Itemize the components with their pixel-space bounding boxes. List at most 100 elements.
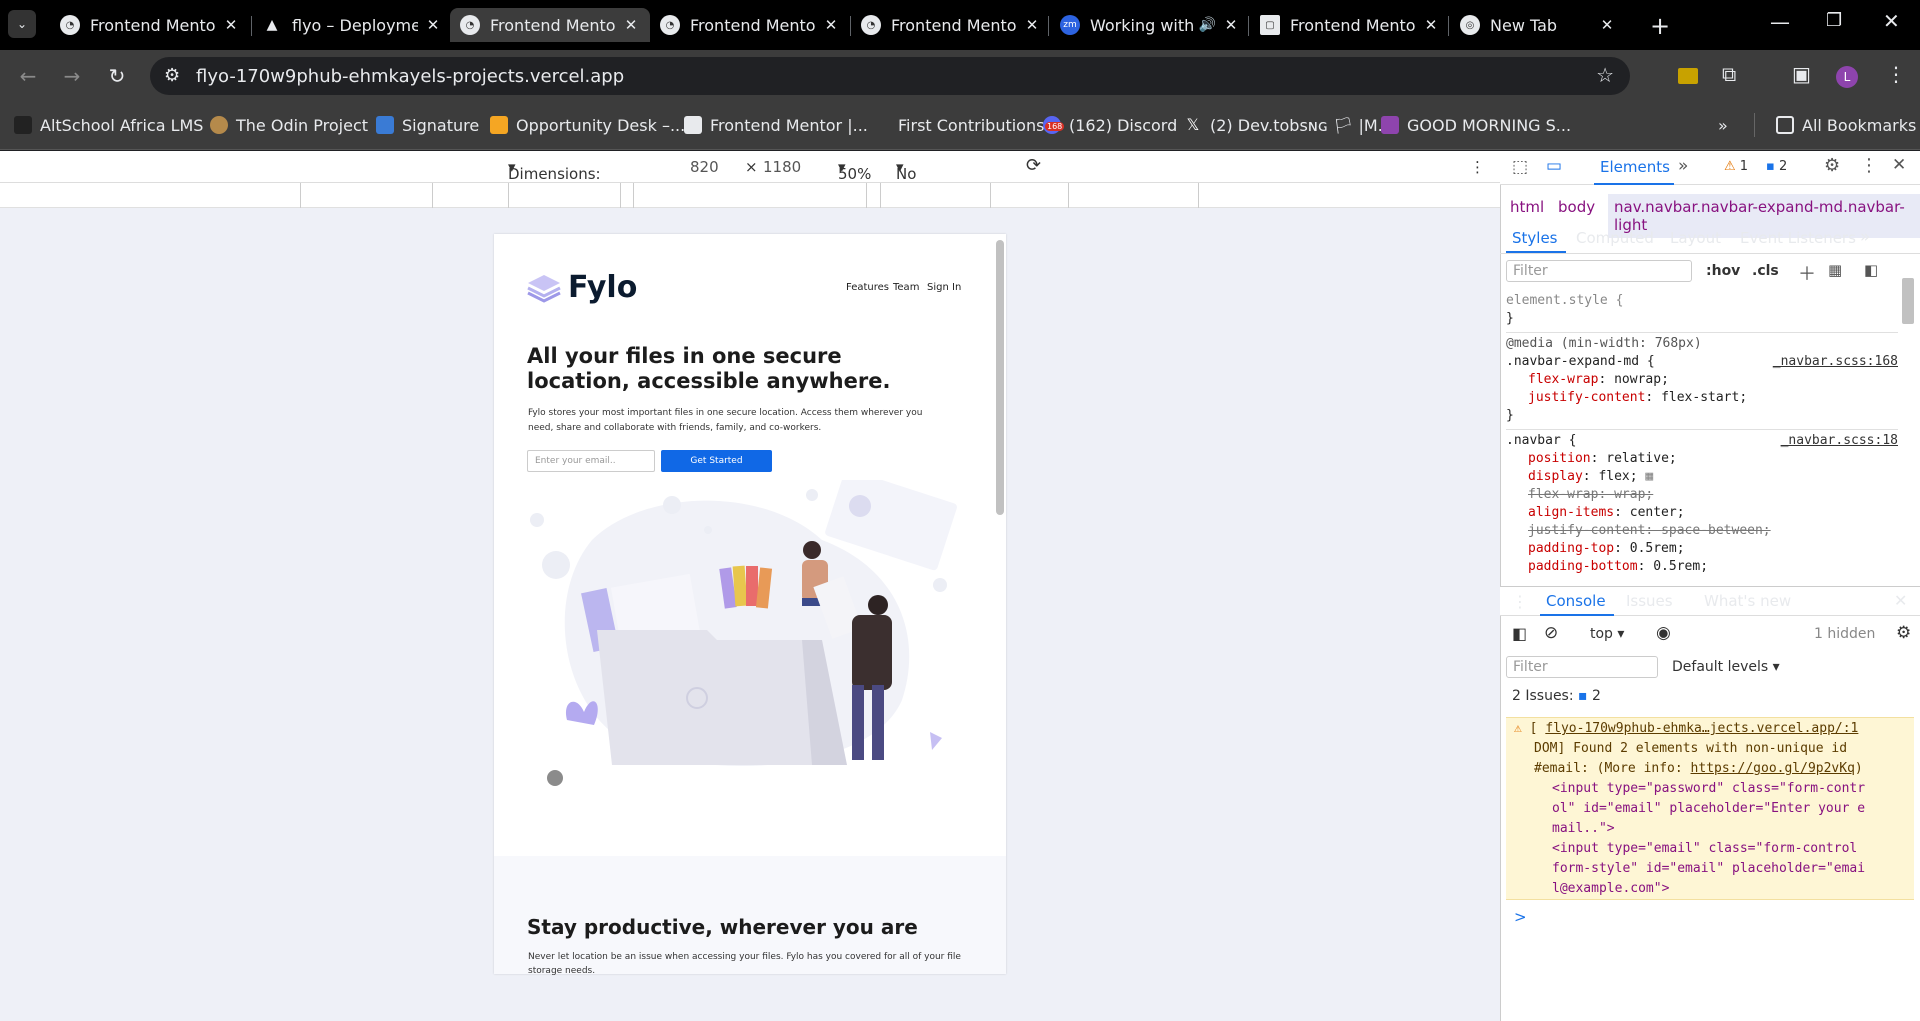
all-bookmarks[interactable]: All Bookmarks [1776, 112, 1916, 138]
log-levels-select[interactable]: Default levels ▾ [1672, 659, 1780, 675]
height-input[interactable]: 1180 [763, 158, 801, 176]
toggle-sidebar-icon[interactable]: ◧ [1864, 261, 1878, 279]
hov-toggle[interactable]: :hov [1706, 263, 1740, 279]
bookmark-dev-tobsng[interactable]: 𝕏 (2) Dev.tobsɴɢ 🏳 |M... [1184, 112, 1393, 138]
extension-icon-1[interactable] [1678, 68, 1698, 84]
warning-badge[interactable]: ⚠ 1 [1724, 159, 1748, 174]
styles-scrollbar[interactable] [1902, 278, 1914, 324]
tab-frontend-mentor-4[interactable]: ◔ Frontend Mentor ✕ [851, 8, 1051, 42]
new-tab-button[interactable]: + [1650, 12, 1670, 40]
close-devtools-icon[interactable]: ✕ [1892, 155, 1906, 175]
subtab-layout[interactable]: Layout [1670, 229, 1721, 247]
console-settings-icon[interactable]: ⚙ [1896, 623, 1911, 643]
browser-menu-icon[interactable]: ⋮ [1886, 62, 1906, 86]
issues-summary[interactable]: 2 Issues: ▪ 2 [1512, 688, 1601, 704]
get-started-button[interactable]: Get Started [661, 450, 772, 472]
extensions-puzzle-icon[interactable]: ⧉ [1722, 62, 1736, 86]
close-icon[interactable]: ✕ [822, 16, 840, 34]
bookmark-altschool[interactable]: AltSchool Africa LMS [14, 112, 203, 138]
subtab-computed[interactable]: Computed [1576, 229, 1654, 247]
dimensions-select[interactable]: Dimensions: iPad Air ▾ [508, 158, 601, 201]
settings-gear-icon[interactable]: ⚙ [1824, 155, 1840, 176]
new-rule-icon[interactable]: ＋ [1798, 260, 1816, 286]
styles-filter-input[interactable]: Filter [1506, 260, 1692, 282]
tab-working-with[interactable]: zm Working with 🔊 ✕ [1050, 8, 1250, 42]
url-text[interactable]: flyo-170w9phub-ehmkayels-projects.vercel… [196, 66, 624, 87]
close-icon[interactable]: ✕ [1222, 16, 1240, 34]
nav-team[interactable]: Team [893, 282, 919, 293]
console-prompt[interactable]: > [1514, 908, 1527, 926]
tab-whats-new[interactable]: What's new [1704, 592, 1791, 610]
forward-button[interactable]: → [58, 62, 86, 90]
profile-avatar[interactable]: L [1836, 66, 1858, 88]
subtab-event-listeners[interactable]: Event Listeners [1740, 229, 1856, 247]
reload-button[interactable]: ↻ [103, 62, 131, 90]
context-select[interactable]: top ▾ [1590, 626, 1624, 642]
back-button[interactable]: ← [14, 62, 42, 90]
side-panel-icon[interactable]: ▣ [1792, 62, 1811, 86]
close-icon[interactable]: ✕ [1598, 16, 1616, 34]
bookmarks-overflow-icon[interactable]: » [1718, 112, 1728, 138]
devtools-menu-icon[interactable]: ⋮ [1860, 155, 1878, 176]
element-style-rule[interactable]: element.style { [1506, 292, 1898, 310]
bookmark-first-contributions[interactable]: First Contributions [872, 112, 1044, 138]
close-icon[interactable]: ✕ [1422, 16, 1440, 34]
sidebar-toggle-icon[interactable]: ◧ [1512, 624, 1527, 643]
tab-elements[interactable]: Elements [1600, 158, 1670, 176]
close-icon[interactable]: ✕ [622, 16, 640, 34]
device-toolbar-menu-icon[interactable]: ⋮ [1470, 158, 1485, 176]
close-window-button[interactable]: ✕ [1883, 9, 1900, 33]
tab-new-tab[interactable]: ◎ New Tab ✕ [1450, 8, 1626, 42]
paint-icon[interactable]: ▦ [1828, 261, 1842, 279]
close-drawer-icon[interactable]: ✕ [1894, 591, 1907, 610]
email-input[interactable]: Enter your email.. [527, 450, 655, 472]
crumb-html[interactable]: html [1510, 198, 1544, 216]
more-tabs-icon[interactable]: » [1678, 156, 1688, 176]
tab-frontend-mentor-6[interactable]: ▢ Frontend Mentor ✕ [1250, 8, 1450, 42]
close-icon[interactable]: ✕ [222, 16, 240, 34]
bookmark-signature[interactable]: Signature [376, 112, 479, 138]
rotate-icon[interactable]: ⟳ [1026, 155, 1041, 176]
restore-button[interactable]: ❐ [1826, 10, 1842, 31]
tab-search-button[interactable]: ⌄ [8, 10, 36, 38]
tab-frontend-mentor-3[interactable]: ◔ Frontend Mentor ✕ [650, 8, 850, 42]
flex-editor-icon[interactable]: ▦ [1645, 469, 1653, 484]
issues-badge[interactable]: ▪ 2 [1766, 159, 1787, 174]
source-link[interactable]: _navbar.scss:168 [1773, 353, 1898, 371]
cls-toggle[interactable]: .cls [1752, 263, 1779, 279]
warning-source-link[interactable]: flyo-170w9phub-ehmka…jects.vercel.app/:1 [1545, 721, 1858, 736]
zoom-select[interactable]: 50% ▾ [838, 158, 871, 183]
bookmark-discord[interactable]: 168 (162) Discord [1043, 112, 1177, 138]
address-bar[interactable]: ⚙ flyo-170w9phub-ehmkayels-projects.verc… [150, 57, 1630, 95]
fylo-logo[interactable]: Fylo [526, 270, 637, 305]
tab-console[interactable]: Console [1546, 592, 1606, 610]
minimize-button[interactable]: — [1770, 10, 1790, 34]
subtab-styles[interactable]: Styles [1512, 229, 1558, 247]
device-toggle-icon[interactable]: ▭ [1546, 156, 1562, 176]
tab-frontend-mentor-1[interactable]: ◔ Frontend Mentor ✕ [50, 8, 250, 42]
page-scrollbar[interactable] [996, 240, 1004, 515]
tab-frontend-mentor-active[interactable]: ◔ Frontend Mentor ✕ [450, 8, 650, 42]
tab-flyo-deployment[interactable]: ▲ flyo – Deploymen ✕ [252, 8, 452, 42]
bookmark-star-icon[interactable]: ☆ [1596, 63, 1614, 87]
bookmark-good-morning[interactable]: GOOD MORNING S... [1381, 112, 1571, 138]
nav-sign-in[interactable]: Sign In [927, 282, 961, 293]
source-link[interactable]: _navbar.scss:18 [1781, 432, 1898, 450]
close-icon[interactable]: ✕ [1023, 16, 1041, 34]
console-filter-input[interactable]: Filter [1506, 656, 1658, 678]
clear-console-icon[interactable]: ⊘ [1544, 623, 1558, 643]
site-info-icon[interactable]: ⚙ [164, 65, 180, 86]
width-input[interactable]: 820 [690, 158, 719, 176]
speaker-icon[interactable]: 🔊 [1199, 17, 1216, 33]
bookmark-odin-project[interactable]: The Odin Project [210, 112, 368, 138]
bookmark-opportunity-desk[interactable]: Opportunity Desk –... [490, 112, 685, 138]
navbar-expand-rule[interactable]: .navbar-expand-md {_navbar.scss:168 [1506, 353, 1898, 371]
more-subtabs-icon[interactable]: » [1860, 227, 1870, 247]
tab-issues[interactable]: Issues [1626, 592, 1673, 610]
navbar-rule[interactable]: .navbar {_navbar.scss:18 [1506, 432, 1898, 450]
warning-node-1[interactable]: <input type="password" class="form-contr [1514, 779, 1910, 799]
nav-features[interactable]: Features [846, 282, 889, 293]
close-icon[interactable]: ✕ [424, 16, 442, 34]
crumb-body[interactable]: body [1558, 198, 1595, 216]
bookmark-frontend-mentor[interactable]: Frontend Mentor |... [684, 112, 868, 138]
